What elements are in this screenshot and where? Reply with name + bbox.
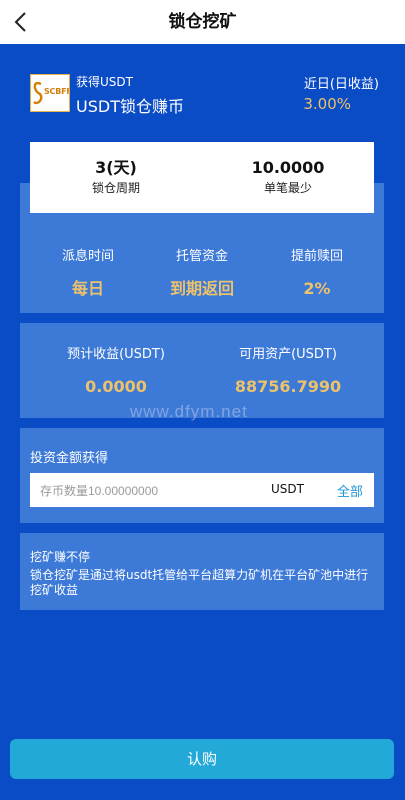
tip-text: 锁仓挖矿是通过将usdt托管给平台超算力矿机在平台矿池中进行挖矿收益 <box>30 568 369 597</box>
available-assets: 可用资产(USDT) 88756.7990 <box>197 346 379 398</box>
yield-value: 3.00% <box>303 95 351 113</box>
summary-card: 3(天) 锁仓周期 10.0000 单笔最少 <box>30 142 374 213</box>
term-value: 到期返回 <box>169 279 234 298</box>
term-payout: 派息时间 每日 <box>28 248 148 300</box>
subscribe-button[interactable]: 认购 <box>10 739 394 779</box>
term-custody: 托管资金 到期返回 <box>142 248 262 300</box>
product-subtitle: 获得USDT <box>76 75 133 89</box>
top-bar: 锁仓挖矿 <box>0 0 405 44</box>
currency-unit: USDT <box>271 482 304 496</box>
min-amount-value: 10.0000 <box>251 158 325 177</box>
available-assets-label: 可用资产(USDT) <box>239 347 337 362</box>
page-title: 锁仓挖矿 <box>168 12 237 32</box>
term-redeem: 提前赎回 2% <box>257 248 377 300</box>
yield-label: 近日(日收益) <box>303 77 379 92</box>
estimated-income-label: 预计收益(USDT) <box>67 347 165 362</box>
estimated-income: 预计收益(USDT) 0.0000 <box>25 346 207 398</box>
tip-title: 挖矿赚不停 <box>30 550 91 564</box>
invest-title: 投资金额获得 <box>30 451 109 466</box>
term-value: 2% <box>303 279 331 298</box>
min-amount-label: 单笔最少 <box>263 181 312 195</box>
term-label: 派息时间 <box>61 249 114 264</box>
available-assets-value: 88756.7990 <box>234 377 342 396</box>
min-amount: 10.0000 单笔最少 <box>202 157 374 197</box>
watermark: www.dfym.net <box>130 402 248 421</box>
product-logo: SCBFF <box>30 74 70 112</box>
s-mark-icon <box>33 81 43 105</box>
term-label: 提前赎回 <box>290 249 343 264</box>
amount-input[interactable] <box>38 473 262 509</box>
all-button[interactable]: 全部 <box>337 481 363 500</box>
product-name: USDT锁仓赚币 <box>76 97 184 116</box>
logo-text: SCBFF <box>44 87 70 96</box>
lock-period-label: 锁仓周期 <box>91 181 140 195</box>
lock-period: 3(天) 锁仓周期 <box>30 157 202 197</box>
estimated-income-value: 0.0000 <box>85 377 147 396</box>
lock-period-value: 3(天) <box>95 158 137 177</box>
term-value: 每日 <box>71 279 104 298</box>
term-label: 托管资金 <box>175 249 228 264</box>
amount-input-row: USDT 全部 <box>30 473 374 509</box>
